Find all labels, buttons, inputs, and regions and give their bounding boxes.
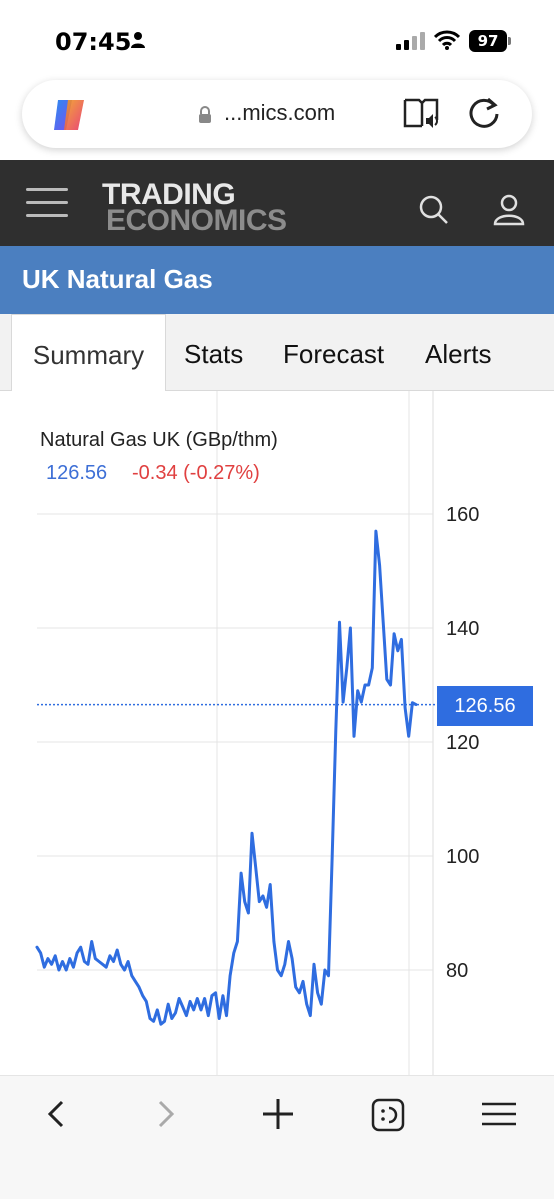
menu-icon[interactable] <box>26 188 68 220</box>
user-icon[interactable] <box>492 194 526 226</box>
menu-lines-icon[interactable] <box>480 1094 518 1134</box>
chart-change: -0.34 (-0.27%) <box>132 462 260 484</box>
page-title: UK Natural Gas <box>22 264 213 294</box>
battery-tip <box>508 37 511 45</box>
y-tick-label: 80 <box>446 960 468 982</box>
tab-summary[interactable]: Summary <box>11 314 166 392</box>
search-icon[interactable] <box>418 194 450 226</box>
back-icon[interactable] <box>40 1094 70 1134</box>
reload-icon[interactable] <box>466 96 502 132</box>
battery-indicator: 97 <box>469 30 507 52</box>
url-text[interactable]: ...mics.com <box>224 100 335 126</box>
lock-icon <box>199 106 211 123</box>
tab-alerts[interactable]: Alerts <box>425 314 491 391</box>
current-value-tag: 126.56 <box>437 686 533 726</box>
y-tick-label: 140 <box>446 618 479 640</box>
tab-stats[interactable]: Stats <box>184 314 243 391</box>
tabs-icon[interactable] <box>370 1094 406 1134</box>
address-bar[interactable]: ...mics.com <box>22 80 532 148</box>
site-header: TRADING ECONOMICS <box>0 160 554 246</box>
y-tick-label: 100 <box>446 846 479 868</box>
reader-icon[interactable] <box>402 96 442 132</box>
series-line <box>35 529 418 1026</box>
person-icon <box>131 32 145 48</box>
chart-title: Natural Gas UK (GBp/thm) <box>40 429 278 451</box>
status-time: 07:45 <box>55 28 132 56</box>
price-chart[interactable]: 80 100 120 140 160 Natural Gas UK (GBp/thm) … <box>0 391 554 1075</box>
tab-forecast[interactable]: Forecast <box>283 314 384 391</box>
logo-economics[interactable]: ECONOMICS <box>106 206 287 236</box>
status-bar: 07:45 97 <box>0 0 554 80</box>
title-band: UK Natural Gas <box>0 246 554 314</box>
y-tick-label: 160 <box>446 504 479 526</box>
chart-svg: 80 100 120 140 160 <box>35 391 479 1075</box>
wifi-icon <box>434 30 460 50</box>
tab-bar: Summary Stats Forecast Alerts <box>0 314 554 392</box>
chart-value: 126.56 <box>46 462 108 484</box>
forward-icon[interactable] <box>152 1094 182 1134</box>
y-tick-label: 120 <box>446 732 479 754</box>
browser-toolbar <box>0 1075 554 1199</box>
signal-icon <box>396 32 425 50</box>
new-tab-icon[interactable] <box>258 1094 298 1134</box>
copilot-icon[interactable] <box>50 96 88 134</box>
